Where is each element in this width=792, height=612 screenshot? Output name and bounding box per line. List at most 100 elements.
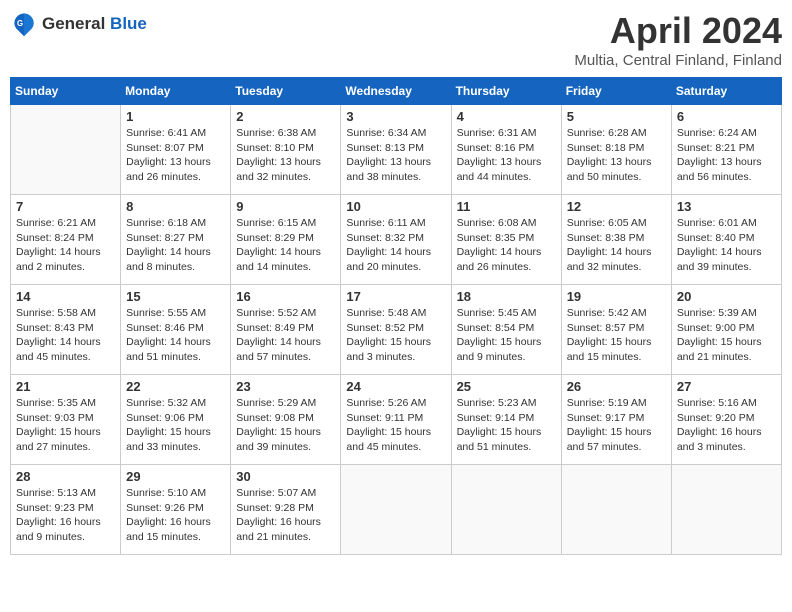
- day-info: Sunrise: 5:13 AM Sunset: 9:23 PM Dayligh…: [16, 486, 115, 545]
- calendar-table: SundayMondayTuesdayWednesdayThursdayFrid…: [10, 77, 782, 555]
- calendar-cell: 5 Sunrise: 6:28 AM Sunset: 8:18 PM Daylig…: [561, 105, 671, 195]
- day-number: 7: [16, 199, 115, 214]
- day-number: 1: [126, 109, 225, 124]
- day-number: 29: [126, 469, 225, 484]
- day-info: Sunrise: 5:23 AM Sunset: 9:14 PM Dayligh…: [457, 396, 556, 455]
- day-info: Sunrise: 5:29 AM Sunset: 9:08 PM Dayligh…: [236, 396, 335, 455]
- day-info: Sunrise: 6:15 AM Sunset: 8:29 PM Dayligh…: [236, 216, 335, 275]
- calendar-cell: 27 Sunrise: 5:16 AM Sunset: 9:20 PM Dayli…: [671, 375, 781, 465]
- calendar-week-4: 21 Sunrise: 5:35 AM Sunset: 9:03 PM Dayli…: [11, 375, 782, 465]
- calendar-cell: 1Sunrise: 6:41 AM Sunset: 8:07 PM Daylig…: [121, 105, 231, 195]
- day-number: 19: [567, 289, 666, 304]
- day-info: Sunrise: 6:31 AM Sunset: 8:16 PM Dayligh…: [457, 126, 556, 185]
- day-info: Sunrise: 5:52 AM Sunset: 8:49 PM Dayligh…: [236, 306, 335, 365]
- calendar-cell: 30 Sunrise: 5:07 AM Sunset: 9:28 PM Dayli…: [231, 465, 341, 555]
- day-info: Sunrise: 6:34 AM Sunset: 8:13 PM Dayligh…: [346, 126, 445, 185]
- calendar-cell: [451, 465, 561, 555]
- day-info: Sunrise: 5:48 AM Sunset: 8:52 PM Dayligh…: [346, 306, 445, 365]
- day-info: Sunrise: 5:55 AM Sunset: 8:46 PM Dayligh…: [126, 306, 225, 365]
- calendar-week-1: 1Sunrise: 6:41 AM Sunset: 8:07 PM Daylig…: [11, 105, 782, 195]
- day-number: 26: [567, 379, 666, 394]
- calendar-cell: 29 Sunrise: 5:10 AM Sunset: 9:26 PM Dayli…: [121, 465, 231, 555]
- day-info: Sunrise: 5:16 AM Sunset: 9:20 PM Dayligh…: [677, 396, 776, 455]
- column-header-friday: Friday: [561, 78, 671, 105]
- day-info: Sunrise: 5:07 AM Sunset: 9:28 PM Dayligh…: [236, 486, 335, 545]
- day-info: Sunrise: 6:01 AM Sunset: 8:40 PM Dayligh…: [677, 216, 776, 275]
- calendar-week-5: 28 Sunrise: 5:13 AM Sunset: 9:23 PM Dayli…: [11, 465, 782, 555]
- day-number: 17: [346, 289, 445, 304]
- day-number: 22: [126, 379, 225, 394]
- day-number: 27: [677, 379, 776, 394]
- calendar-week-3: 14Sunrise: 5:58 AM Sunset: 8:43 PM Dayli…: [11, 285, 782, 375]
- calendar-cell: 23 Sunrise: 5:29 AM Sunset: 9:08 PM Dayli…: [231, 375, 341, 465]
- day-info: Sunrise: 6:11 AM Sunset: 8:32 PM Dayligh…: [346, 216, 445, 275]
- title-block: April 2024 Multia, Central Finland, Finl…: [574, 10, 782, 69]
- day-number: 28: [16, 469, 115, 484]
- column-header-monday: Monday: [121, 78, 231, 105]
- day-number: 4: [457, 109, 556, 124]
- day-info: Sunrise: 6:05 AM Sunset: 8:38 PM Dayligh…: [567, 216, 666, 275]
- day-number: 21: [16, 379, 115, 394]
- calendar-cell: 11 Sunrise: 6:08 AM Sunset: 8:35 PM Dayli…: [451, 195, 561, 285]
- day-number: 10: [346, 199, 445, 214]
- calendar-cell: 18 Sunrise: 5:45 AM Sunset: 8:54 PM Dayli…: [451, 285, 561, 375]
- day-number: 18: [457, 289, 556, 304]
- day-info: Sunrise: 5:58 AM Sunset: 8:43 PM Dayligh…: [16, 306, 115, 365]
- calendar-cell: 9 Sunrise: 6:15 AM Sunset: 8:29 PM Daylig…: [231, 195, 341, 285]
- month-title: April 2024: [574, 10, 782, 52]
- calendar-header-row: SundayMondayTuesdayWednesdayThursdayFrid…: [11, 78, 782, 105]
- logo-blue: Blue: [110, 14, 147, 33]
- calendar-cell: 21 Sunrise: 5:35 AM Sunset: 9:03 PM Dayli…: [11, 375, 121, 465]
- calendar-cell: 19Sunrise: 5:42 AM Sunset: 8:57 PM Dayli…: [561, 285, 671, 375]
- day-number: 6: [677, 109, 776, 124]
- day-info: Sunrise: 5:35 AM Sunset: 9:03 PM Dayligh…: [16, 396, 115, 455]
- day-number: 8: [126, 199, 225, 214]
- calendar-cell: 28 Sunrise: 5:13 AM Sunset: 9:23 PM Dayli…: [11, 465, 121, 555]
- column-header-saturday: Saturday: [671, 78, 781, 105]
- calendar-cell: 16 Sunrise: 5:52 AM Sunset: 8:49 PM Dayli…: [231, 285, 341, 375]
- calendar-cell: 17 Sunrise: 5:48 AM Sunset: 8:52 PM Dayli…: [341, 285, 451, 375]
- day-info: Sunrise: 5:10 AM Sunset: 9:26 PM Dayligh…: [126, 486, 225, 545]
- calendar-cell: 15Sunrise: 5:55 AM Sunset: 8:46 PM Dayli…: [121, 285, 231, 375]
- day-info: Sunrise: 5:26 AM Sunset: 9:11 PM Dayligh…: [346, 396, 445, 455]
- calendar-cell: 13 Sunrise: 6:01 AM Sunset: 8:40 PM Dayli…: [671, 195, 781, 285]
- location: Multia, Central Finland, Finland: [574, 52, 782, 69]
- calendar-cell: 14Sunrise: 5:58 AM Sunset: 8:43 PM Dayli…: [11, 285, 121, 375]
- day-number: 5: [567, 109, 666, 124]
- calendar-cell: 12Sunrise: 6:05 AM Sunset: 8:38 PM Dayli…: [561, 195, 671, 285]
- calendar-cell: 25 Sunrise: 5:23 AM Sunset: 9:14 PM Dayli…: [451, 375, 561, 465]
- day-number: 20: [677, 289, 776, 304]
- calendar-week-2: 7Sunrise: 6:21 AM Sunset: 8:24 PM Daylig…: [11, 195, 782, 285]
- logo-icon: G: [10, 10, 38, 38]
- day-number: 9: [236, 199, 335, 214]
- column-header-thursday: Thursday: [451, 78, 561, 105]
- calendar-cell: 20 Sunrise: 5:39 AM Sunset: 9:00 PM Dayli…: [671, 285, 781, 375]
- page-header: G General Blue April 2024 Multia, Centra…: [10, 10, 782, 69]
- calendar-cell: [341, 465, 451, 555]
- day-info: Sunrise: 6:28 AM Sunset: 8:18 PM Dayligh…: [567, 126, 666, 185]
- day-number: 23: [236, 379, 335, 394]
- day-number: 11: [457, 199, 556, 214]
- day-number: 16: [236, 289, 335, 304]
- calendar-cell: 26 Sunrise: 5:19 AM Sunset: 9:17 PM Dayli…: [561, 375, 671, 465]
- calendar-cell: 8 Sunrise: 6:18 AM Sunset: 8:27 PM Daylig…: [121, 195, 231, 285]
- day-info: Sunrise: 6:18 AM Sunset: 8:27 PM Dayligh…: [126, 216, 225, 275]
- day-number: 30: [236, 469, 335, 484]
- day-info: Sunrise: 5:39 AM Sunset: 9:00 PM Dayligh…: [677, 306, 776, 365]
- logo-general: General: [42, 14, 105, 33]
- day-number: 25: [457, 379, 556, 394]
- calendar-cell: 24 Sunrise: 5:26 AM Sunset: 9:11 PM Dayli…: [341, 375, 451, 465]
- day-info: Sunrise: 5:45 AM Sunset: 8:54 PM Dayligh…: [457, 306, 556, 365]
- day-info: Sunrise: 6:24 AM Sunset: 8:21 PM Dayligh…: [677, 126, 776, 185]
- day-number: 24: [346, 379, 445, 394]
- day-number: 13: [677, 199, 776, 214]
- calendar-cell: 4 Sunrise: 6:31 AM Sunset: 8:16 PM Daylig…: [451, 105, 561, 195]
- calendar-cell: 7Sunrise: 6:21 AM Sunset: 8:24 PM Daylig…: [11, 195, 121, 285]
- day-info: Sunrise: 5:19 AM Sunset: 9:17 PM Dayligh…: [567, 396, 666, 455]
- column-header-tuesday: Tuesday: [231, 78, 341, 105]
- day-info: Sunrise: 6:38 AM Sunset: 8:10 PM Dayligh…: [236, 126, 335, 185]
- calendar-cell: 10 Sunrise: 6:11 AM Sunset: 8:32 PM Dayli…: [341, 195, 451, 285]
- calendar-cell: 3Sunrise: 6:34 AM Sunset: 8:13 PM Daylig…: [341, 105, 451, 195]
- calendar-cell: [671, 465, 781, 555]
- day-info: Sunrise: 6:08 AM Sunset: 8:35 PM Dayligh…: [457, 216, 556, 275]
